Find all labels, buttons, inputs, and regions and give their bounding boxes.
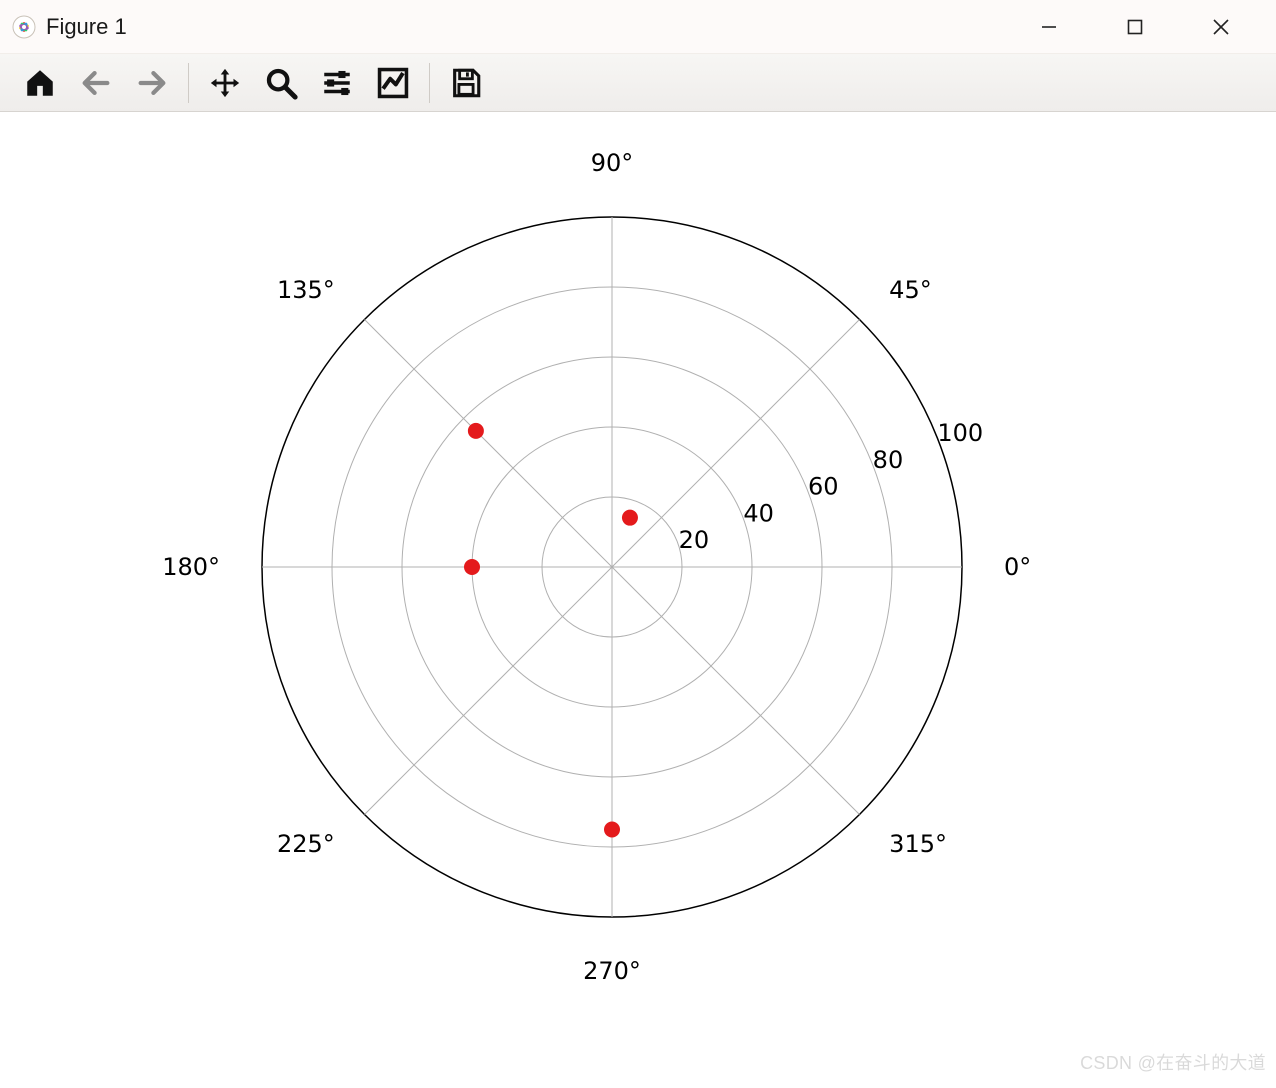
back-icon (79, 66, 113, 100)
save-icon (449, 66, 483, 100)
svg-text:180°: 180° (162, 553, 220, 581)
svg-text:270°: 270° (583, 957, 641, 985)
home-icon (23, 66, 57, 100)
save-button[interactable] (440, 59, 492, 107)
svg-text:315°: 315° (889, 830, 947, 858)
svg-text:225°: 225° (277, 830, 335, 858)
svg-text:20: 20 (679, 526, 710, 554)
polar-plot: 0° 45° 90° 135° 180° 225° 270° 315° 20 40 60 80 100 (0, 112, 1276, 1083)
forward-button[interactable] (126, 59, 178, 107)
configure-button[interactable] (311, 59, 363, 107)
svg-text:90°: 90° (591, 149, 634, 177)
minimize-button[interactable] (1006, 0, 1092, 54)
svg-text:0°: 0° (1004, 553, 1031, 581)
chart-line-icon (376, 66, 410, 100)
toolbar (0, 54, 1276, 112)
zoom-button[interactable] (255, 59, 307, 107)
svg-text:135°: 135° (277, 276, 335, 304)
svg-text:40: 40 (743, 499, 774, 527)
svg-text:80: 80 (873, 446, 904, 474)
window-controls (1006, 0, 1264, 53)
svg-text:45°: 45° (889, 276, 932, 304)
titlebar-left: Figure 1 (12, 14, 127, 40)
sliders-icon (320, 66, 354, 100)
toolbar-separator (188, 63, 189, 103)
back-button[interactable] (70, 59, 122, 107)
window-title: Figure 1 (46, 14, 127, 40)
zoom-icon (264, 66, 298, 100)
app-icon (12, 15, 36, 39)
maximize-button[interactable] (1092, 0, 1178, 54)
pan-button[interactable] (199, 59, 251, 107)
home-button[interactable] (14, 59, 66, 107)
move-icon (208, 66, 242, 100)
svg-text:60: 60 (808, 473, 839, 501)
forward-icon (135, 66, 169, 100)
svg-text:100: 100 (937, 419, 983, 447)
edit-axis-button[interactable] (367, 59, 419, 107)
close-button[interactable] (1178, 0, 1264, 54)
figure-canvas[interactable]: 0°45°90°135°180°225°270°315°20406080100 … (0, 112, 1276, 1083)
toolbar-separator (429, 63, 430, 103)
titlebar: Figure 1 (0, 0, 1276, 54)
